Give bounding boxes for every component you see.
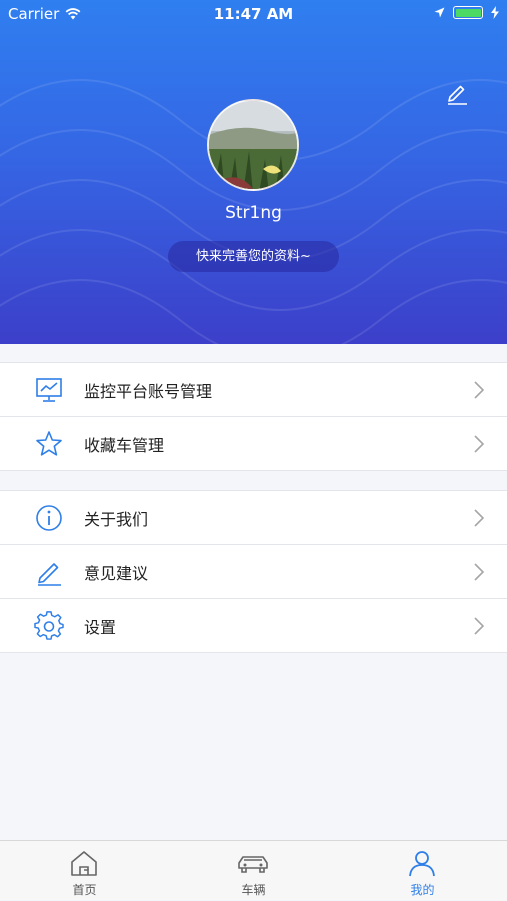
info-icon [36,505,62,531]
menu-item-favorite-cars[interactable]: 收藏车管理 [0,417,507,471]
chevron-right-icon [474,435,485,453]
location-arrow-icon [434,7,445,18]
username: Str1ng [225,203,282,223]
status-bar: Carrier 11:47 AM [0,0,507,28]
pen-icon [38,563,61,586]
edit-profile-button[interactable] [444,80,470,106]
tab-bar: 首页 车辆 我的 [0,840,507,900]
menu-label: 设置 [84,618,117,637]
chevron-right-icon [474,509,485,527]
gear-icon [34,611,64,640]
avatar[interactable] [207,99,299,191]
home-icon [71,851,97,876]
menu-item-about-us[interactable]: 关于我们 [0,490,507,545]
menu-item-settings[interactable]: 设置 [0,599,507,653]
charging-bolt-icon [491,6,499,19]
menu-group-general: 关于我们 意见建议 设置 [0,490,507,653]
tab-vehicles[interactable]: 车辆 [169,841,338,901]
menu-label: 意见建议 [84,564,149,583]
car-icon [238,856,268,873]
chevron-right-icon [474,381,485,399]
menu-item-monitor-account[interactable]: 监控平台账号管理 [0,362,507,417]
chevron-right-icon [474,563,485,581]
tab-label: 我的 [410,883,435,897]
menu-label: 关于我们 [84,510,149,529]
tab-label: 首页 [72,883,97,897]
complete-profile-button[interactable]: 快来完善您的资料~ [168,241,339,272]
menu-group-account: 监控平台账号管理 收藏车管理 [0,362,507,471]
profile-header: Carrier 11:47 AM Str1ng 快来完善您的资料~ [0,0,507,344]
menu-item-feedback[interactable]: 意见建议 [0,545,507,599]
chevron-right-icon [474,617,485,635]
tab-label: 车辆 [241,883,266,897]
avatar-photo [209,101,297,189]
person-icon [409,851,435,877]
star-icon [36,431,62,456]
tab-home[interactable]: 首页 [0,841,169,901]
status-right [434,6,499,19]
menu-label: 收藏车管理 [84,436,165,455]
battery-icon [453,6,483,19]
monitor-chart-icon [36,378,62,402]
tab-mine[interactable]: 我的 [338,841,507,901]
status-time: 11:47 AM [213,5,294,23]
menu-label: 监控平台账号管理 [84,382,213,401]
